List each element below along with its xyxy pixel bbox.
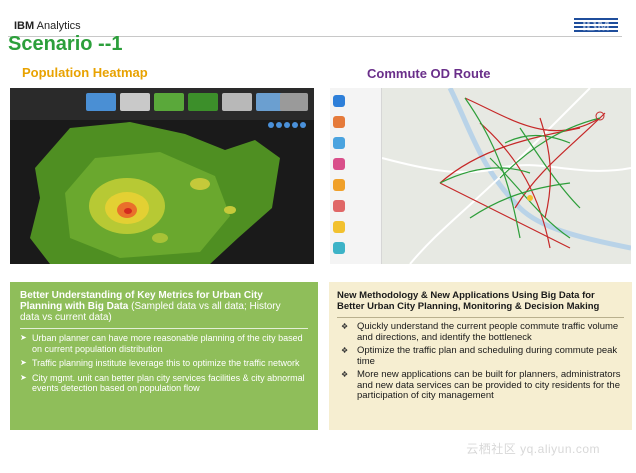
od-menu-item-8[interactable]	[332, 239, 380, 259]
od-menu-item-5[interactable]	[332, 176, 380, 196]
right-box-divider	[337, 317, 624, 318]
heatmap-tool-3[interactable]	[284, 122, 290, 128]
list-item: ➤ Urban planner can have more reasonable…	[20, 333, 303, 354]
list-item: ❖ Quickly understand the current people …	[341, 321, 619, 343]
new-methodology-box: New Methodology & New Applications Using…	[329, 282, 632, 430]
heatmap-toolbar	[268, 122, 308, 130]
heatmap-tab-5[interactable]	[222, 93, 252, 111]
heatmap-tab-3[interactable]	[154, 93, 184, 111]
od-menu-icon	[333, 158, 345, 170]
od-menu-item-1[interactable]	[332, 92, 380, 112]
diamond-bullet-icon: ❖	[341, 370, 349, 379]
watermark: 云栖社区 yq.aliyun.com	[466, 442, 600, 456]
heatmap-tab-7[interactable]	[280, 93, 308, 111]
list-item: ➤ City mgmt. unit can better plan city s…	[20, 372, 305, 394]
od-menu-icon	[333, 116, 345, 128]
od-menu-icon	[333, 221, 345, 233]
od-menu-item-2[interactable]	[332, 113, 380, 133]
od-menu-icon	[333, 200, 345, 212]
left-box-divider	[20, 328, 308, 329]
right-box-heading: New Methodology & New Applications Using…	[337, 290, 600, 312]
diamond-bullet-icon: ❖	[341, 346, 349, 355]
list-item: ➤ Traffic planning institute leverage th…	[20, 358, 300, 369]
od-sidebar	[330, 88, 382, 264]
heatmap-tab-4[interactable]	[188, 93, 218, 111]
heatmap-tab-2[interactable]	[120, 93, 150, 111]
list-item: ❖ Optimize the traffic plan and scheduli…	[341, 345, 618, 367]
list-item: ❖ More new applications can be built for…	[341, 369, 621, 401]
diamond-bullet-icon: ❖	[341, 322, 349, 331]
brand-text: IBM Analytics	[14, 20, 81, 32]
od-menu-icon	[333, 137, 345, 149]
urban-planning-metrics-box: Better Understanding of Key Metrics for …	[10, 282, 318, 430]
od-menu-item-4[interactable]	[332, 155, 380, 175]
left-box-heading: Better Understanding of Key Metrics for …	[20, 290, 281, 323]
heatmap-tool-1[interactable]	[268, 122, 274, 128]
od-menu-icon	[333, 95, 345, 107]
population-heatmap-image	[10, 88, 314, 264]
arrow-bullet-icon: ➤	[20, 372, 27, 382]
heatmap-tool-4[interactable]	[292, 122, 298, 128]
svg-text:IBM: IBM	[582, 18, 610, 35]
commute-od-route-image	[330, 88, 631, 264]
od-menu-item-3[interactable]	[332, 134, 380, 154]
heatmap-tab-1[interactable]	[86, 93, 116, 111]
od-menu-item-6[interactable]	[332, 197, 380, 217]
arrow-bullet-icon: ➤	[20, 358, 27, 368]
section-title-population-heatmap: Population Heatmap	[22, 65, 148, 80]
arrow-bullet-icon: ➤	[20, 333, 27, 342]
heatmap-tool-2[interactable]	[276, 122, 282, 128]
od-menu-item-7[interactable]	[332, 218, 380, 238]
heatmap-tool-5[interactable]	[300, 122, 306, 128]
page-title: Scenario --1	[8, 33, 123, 55]
od-menu-icon	[333, 179, 345, 191]
section-title-commute-od-route: Commute OD Route	[367, 66, 491, 81]
od-menu-icon	[333, 242, 345, 254]
